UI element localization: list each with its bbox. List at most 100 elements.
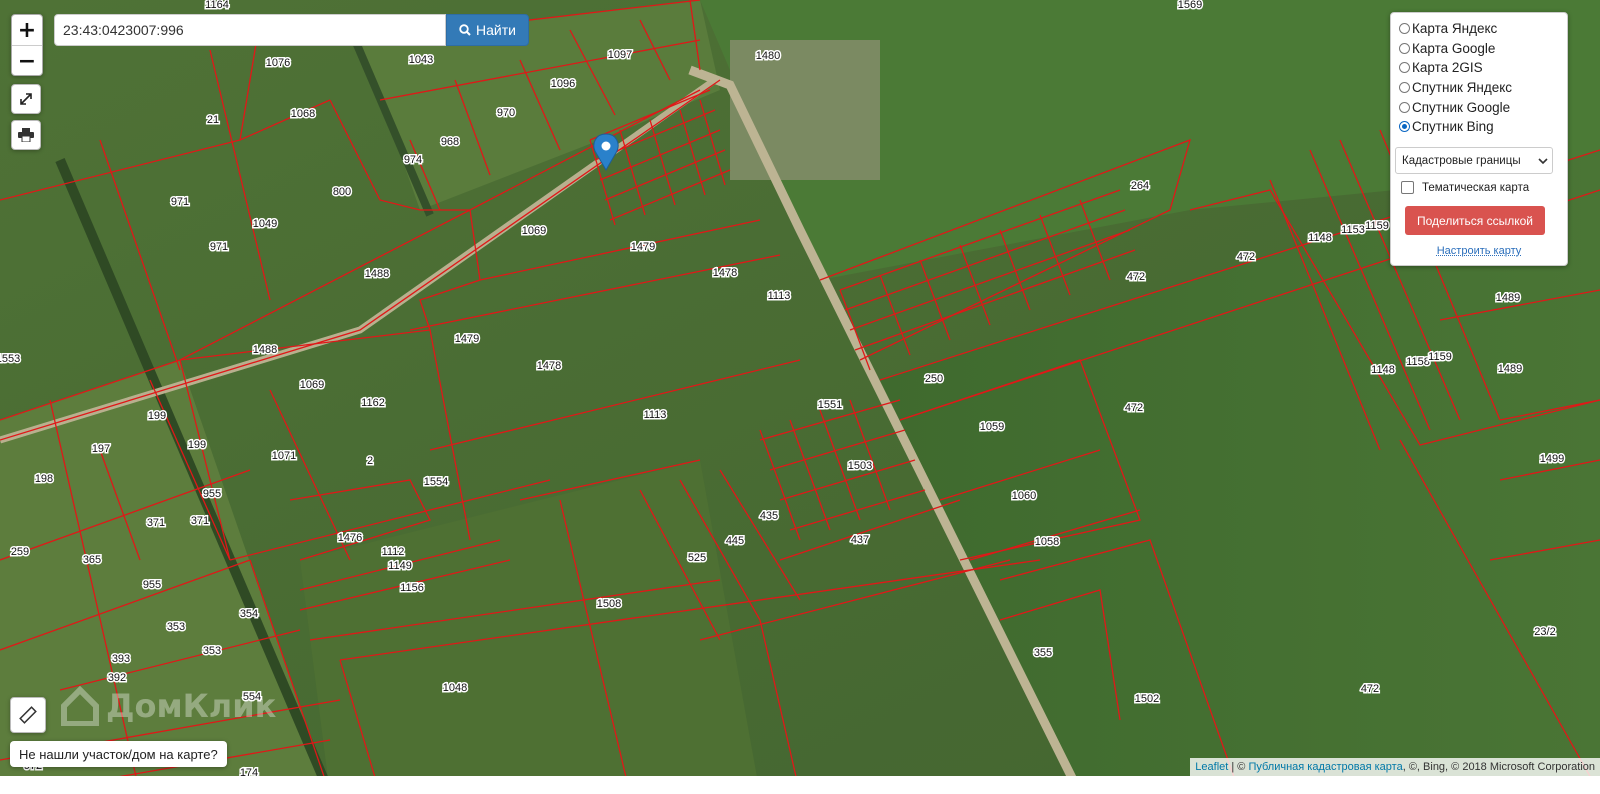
parcel-label[interactable]: 1096 xyxy=(549,76,576,91)
parcel-label[interactable]: 1048 xyxy=(441,680,468,695)
parcel-label[interactable]: 1158 xyxy=(1405,354,1432,369)
parcel-label[interactable]: 1156 xyxy=(399,580,426,595)
radio-button[interactable] xyxy=(1399,43,1410,54)
parcel-label[interactable]: 1569 xyxy=(1176,0,1203,12)
parcel-label[interactable]: 1551 xyxy=(816,397,843,412)
overlay-select[interactable]: Кадастровые границы xyxy=(1395,147,1553,174)
parcel-label[interactable]: 1503 xyxy=(846,458,873,473)
parcel-label[interactable]: 1112 xyxy=(380,544,406,559)
parcel-label[interactable]: 199 xyxy=(146,408,167,423)
parcel-label[interactable]: 1479 xyxy=(629,239,656,254)
parcel-label[interactable]: 1113 xyxy=(766,288,792,303)
parcel-label[interactable]: 199 xyxy=(186,437,207,452)
parcel-label[interactable]: 371 xyxy=(145,515,166,530)
parcel-label[interactable]: 1508 xyxy=(595,596,622,611)
zoom-in-button[interactable]: + xyxy=(12,15,42,46)
basemap-option[interactable]: Карта Google xyxy=(1399,41,1495,56)
parcel-label[interactable]: 1148 xyxy=(1307,230,1334,245)
parcel-label[interactable]: 1162 xyxy=(360,395,387,410)
parcel-label[interactable]: 1076 xyxy=(264,55,291,70)
parcel-label[interactable]: 2 xyxy=(365,453,374,468)
radio-button[interactable] xyxy=(1399,102,1410,113)
parcel-label[interactable]: 437 xyxy=(849,532,870,547)
radio-button-selected[interactable] xyxy=(1399,121,1410,132)
basemap-option[interactable]: Спутник Bing xyxy=(1399,119,1494,134)
parcel-label[interactable]: 435 xyxy=(758,508,779,523)
parcel-label[interactable]: 1479 xyxy=(453,331,480,346)
parcel-label[interactable]: 472 xyxy=(1359,681,1380,696)
parcel-label[interactable]: 1476 xyxy=(336,530,363,545)
search-button[interactable]: Найти xyxy=(446,14,529,46)
parcel-label[interactable]: 1554 xyxy=(422,474,449,489)
basemap-option[interactable]: Карта Яндекс xyxy=(1399,21,1497,36)
parcel-label[interactable]: 198 xyxy=(33,471,54,486)
zoom-out-button[interactable]: − xyxy=(12,46,42,76)
parcel-label[interactable]: 1159 xyxy=(1427,349,1454,364)
parcel-label[interactable]: 197 xyxy=(90,441,111,456)
parcel-label[interactable]: 1502 xyxy=(1133,691,1160,706)
parcel-label[interactable]: 393 xyxy=(110,651,131,666)
basemap-option[interactable]: Карта 2GIS xyxy=(1399,60,1483,75)
parcel-label[interactable]: 1058 xyxy=(1033,534,1060,549)
thematic-checkbox[interactable] xyxy=(1401,181,1414,194)
parcel-label[interactable]: 472 xyxy=(1125,269,1146,284)
parcel-label[interactable]: 1153 xyxy=(1340,222,1367,237)
parcel-label[interactable]: 1049 xyxy=(251,216,278,231)
parcel-label[interactable]: 355 xyxy=(1032,645,1053,660)
basemap-option[interactable]: Спутник Яндекс xyxy=(1399,80,1512,95)
parcel-label[interactable]: 1069 xyxy=(520,223,547,238)
parcel-label[interactable]: 1480 xyxy=(754,48,781,63)
parcel-label[interactable]: 1489 xyxy=(1494,290,1521,305)
parcel-label[interactable]: 1488 xyxy=(363,266,390,281)
measure-button[interactable] xyxy=(10,697,46,733)
parcel-label[interactable]: 1043 xyxy=(407,52,434,67)
parcel-label[interactable]: 250 xyxy=(923,371,944,386)
parcel-label[interactable]: 1489 xyxy=(1496,361,1523,376)
parcel-label[interactable]: 264 xyxy=(1129,178,1150,193)
search-input[interactable] xyxy=(54,14,446,46)
parcel-label[interactable]: 971 xyxy=(169,194,190,209)
parcel-label[interactable]: 971 xyxy=(208,239,229,254)
parcel-label[interactable]: 974 xyxy=(402,152,423,167)
parcel-label[interactable]: 1148 xyxy=(1370,362,1397,377)
parcel-label[interactable]: 955 xyxy=(141,577,162,592)
fullscreen-button[interactable] xyxy=(11,84,41,114)
radio-button[interactable] xyxy=(1399,82,1410,93)
cadastre-link[interactable]: Публичная кадастровая карта xyxy=(1248,761,1402,773)
parcel-label[interactable]: 354 xyxy=(238,606,259,621)
parcel-label[interactable]: 955 xyxy=(201,486,222,501)
parcel-label[interactable]: 21 xyxy=(205,112,220,127)
radio-button[interactable] xyxy=(1399,62,1410,73)
parcel-label[interactable]: 968 xyxy=(439,134,460,149)
parcel-label[interactable]: 1069 xyxy=(298,377,325,392)
parcel-label[interactable]: 371 xyxy=(189,513,210,528)
not-found-button[interactable]: Не нашли участок/дом на карте? xyxy=(10,741,227,767)
thematic-toggle[interactable]: Тематическая карта xyxy=(1401,181,1529,194)
parcel-label[interactable]: 1553 xyxy=(0,351,22,366)
parcel-label[interactable]: 525 xyxy=(686,550,707,565)
customize-map-link[interactable]: Настроить карту xyxy=(1391,245,1567,257)
parcel-label[interactable]: 1059 xyxy=(978,419,1005,434)
parcel-label[interactable]: 1097 xyxy=(606,47,633,62)
parcel-label[interactable]: 1478 xyxy=(535,358,562,373)
parcel-label[interactable]: 259 xyxy=(9,544,30,559)
parcel-label[interactable]: 1149 xyxy=(387,558,414,573)
parcel-label[interactable]: 353 xyxy=(165,619,186,634)
parcel-label[interactable]: 23/2 xyxy=(1533,624,1557,639)
radio-button[interactable] xyxy=(1399,23,1410,34)
basemap-option[interactable]: Спутник Google xyxy=(1399,100,1510,115)
parcel-label[interactable]: 1113 xyxy=(642,407,668,422)
parcel-label[interactable]: 800 xyxy=(331,184,352,199)
parcel-label[interactable]: 472 xyxy=(1123,400,1144,415)
parcel-label[interactable]: 1488 xyxy=(251,342,278,357)
parcel-label[interactable]: 1478 xyxy=(711,265,738,280)
parcel-label[interactable]: 1060 xyxy=(1010,488,1037,503)
parcel-label[interactable]: 1068 xyxy=(289,106,316,121)
parcel-label[interactable]: 1071 xyxy=(270,448,297,463)
parcel-label[interactable]: 1164 xyxy=(204,0,231,12)
parcel-label[interactable]: 1499 xyxy=(1538,451,1565,466)
parcel-label[interactable]: 445 xyxy=(724,533,745,548)
parcel-label[interactable]: 392 xyxy=(106,670,127,685)
parcel-label[interactable]: 472 xyxy=(1235,249,1256,264)
share-link-button[interactable]: Поделиться ссылкой xyxy=(1405,206,1545,235)
